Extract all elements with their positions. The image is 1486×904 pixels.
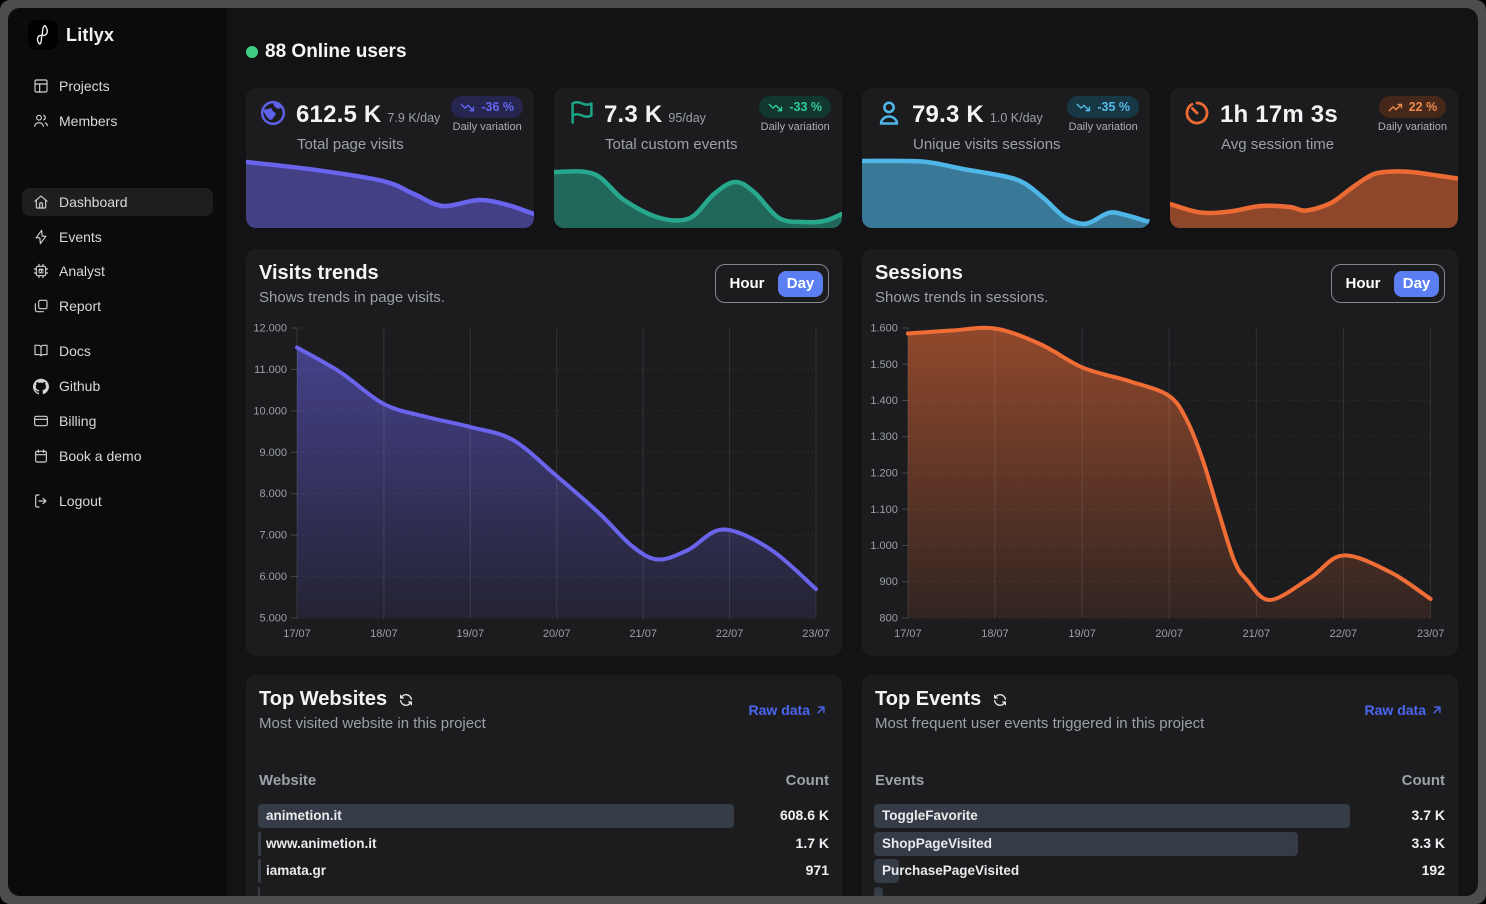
svg-text:21/07: 21/07 xyxy=(1243,628,1271,640)
svg-text:19/07: 19/07 xyxy=(457,628,485,640)
svg-text:22/07: 22/07 xyxy=(1330,628,1358,640)
svg-text:9.000: 9.000 xyxy=(259,447,287,459)
svg-text:8.000: 8.000 xyxy=(259,488,287,500)
svg-text:1.000: 1.000 xyxy=(870,540,898,552)
svg-text:1.100: 1.100 xyxy=(870,504,898,516)
svg-text:23/07: 23/07 xyxy=(802,628,830,640)
svg-text:5.000: 5.000 xyxy=(259,613,287,625)
svg-text:1.200: 1.200 xyxy=(870,468,898,480)
svg-text:17/07: 17/07 xyxy=(894,628,922,640)
svg-text:12.000: 12.000 xyxy=(253,323,287,335)
svg-text:22/07: 22/07 xyxy=(716,628,744,640)
svg-text:900: 900 xyxy=(880,576,898,588)
svg-text:21/07: 21/07 xyxy=(629,628,657,640)
svg-text:6.000: 6.000 xyxy=(259,571,287,583)
svg-text:18/07: 18/07 xyxy=(981,628,1009,640)
svg-text:1.400: 1.400 xyxy=(870,395,898,407)
svg-text:7.000: 7.000 xyxy=(259,530,287,542)
svg-text:10.000: 10.000 xyxy=(253,405,287,417)
svg-text:18/07: 18/07 xyxy=(370,628,398,640)
svg-text:1.500: 1.500 xyxy=(870,359,898,371)
svg-text:19/07: 19/07 xyxy=(1068,628,1096,640)
svg-text:AI: AI xyxy=(39,269,43,273)
svg-text:11.000: 11.000 xyxy=(254,364,287,376)
svg-text:800: 800 xyxy=(880,613,898,625)
svg-text:1.600: 1.600 xyxy=(870,323,898,335)
svg-text:1.300: 1.300 xyxy=(870,431,898,443)
svg-text:20/07: 20/07 xyxy=(543,628,571,640)
svg-text:17/07: 17/07 xyxy=(283,628,311,640)
svg-text:20/07: 20/07 xyxy=(1155,628,1183,640)
svg-text:23/07: 23/07 xyxy=(1417,628,1445,640)
